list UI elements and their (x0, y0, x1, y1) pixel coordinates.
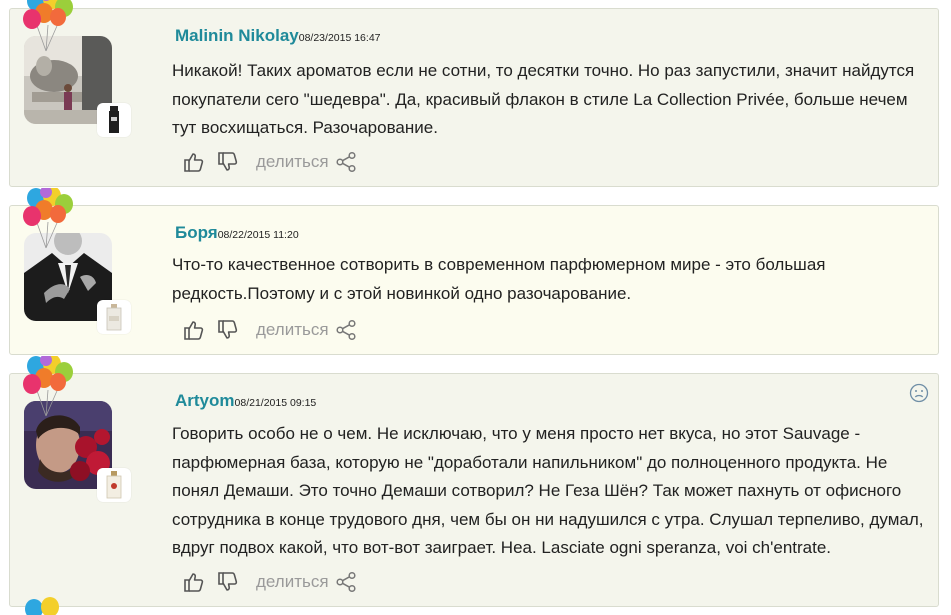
comments-page: Malinin Nikolay08/23/2015 16:47 Никакой!… (0, 0, 951, 615)
perfume-thumbnail[interactable] (97, 103, 131, 137)
comment-header: Malinin Nikolay08/23/2015 16:47 (175, 26, 381, 46)
share-button[interactable]: делиться (256, 152, 329, 172)
comment-actions: делиться (182, 150, 357, 174)
share-button[interactable]: делиться (256, 572, 329, 592)
comment-header: Боря08/22/2015 11:20 (175, 223, 299, 243)
comment-card: Боря08/22/2015 11:20 Что-то качественное… (9, 205, 939, 355)
balloons-icon (22, 0, 74, 53)
comment-actions: делиться (182, 570, 357, 594)
share-icon[interactable] (335, 319, 357, 341)
author-name[interactable]: Artyom (175, 391, 235, 410)
author-name[interactable]: Malinin Nikolay (175, 26, 299, 45)
balloons-icon (25, 597, 59, 615)
comment-text: Никакой! Таких ароматов если не сотни, т… (172, 61, 915, 137)
author-name[interactable]: Боря (175, 223, 218, 242)
comment-date: 08/21/2015 09:15 (234, 397, 317, 409)
comment-card: Malinin Nikolay08/23/2015 16:47 Никакой!… (9, 8, 939, 187)
perfume-thumbnail[interactable] (97, 468, 131, 502)
thumbs-down-icon[interactable] (216, 570, 240, 594)
comment-actions: делиться (182, 318, 357, 342)
perfume-bottle-icon (106, 471, 122, 499)
share-icon[interactable] (335, 151, 357, 173)
thumbs-up-icon[interactable] (182, 150, 206, 174)
comment-header: Artyom08/21/2015 09:15 (175, 391, 316, 411)
balloons-icon (22, 356, 74, 418)
thumbs-down-icon[interactable] (216, 318, 240, 342)
comment-date: 08/23/2015 16:47 (298, 32, 381, 44)
perfume-bottle-icon (109, 106, 119, 133)
thumbs-down-icon[interactable] (216, 150, 240, 174)
thumbs-up-icon[interactable] (182, 318, 206, 342)
share-icon[interactable] (335, 571, 357, 593)
comment-text: Что-то качественное сотворить в современ… (172, 255, 826, 303)
balloons-icon (22, 188, 74, 250)
comment-date: 08/22/2015 11:20 (217, 229, 299, 241)
perfume-thumbnail[interactable] (97, 300, 131, 334)
sad-face-icon[interactable] (909, 383, 929, 403)
share-button[interactable]: делиться (256, 320, 329, 340)
comment-card: Artyom08/21/2015 09:15 Говорить особо не… (9, 373, 939, 607)
thumbs-up-icon[interactable] (182, 570, 206, 594)
comment-text: Говорить особо не о чем. Не исключаю, чт… (172, 424, 924, 557)
perfume-bottle-icon (106, 304, 122, 331)
